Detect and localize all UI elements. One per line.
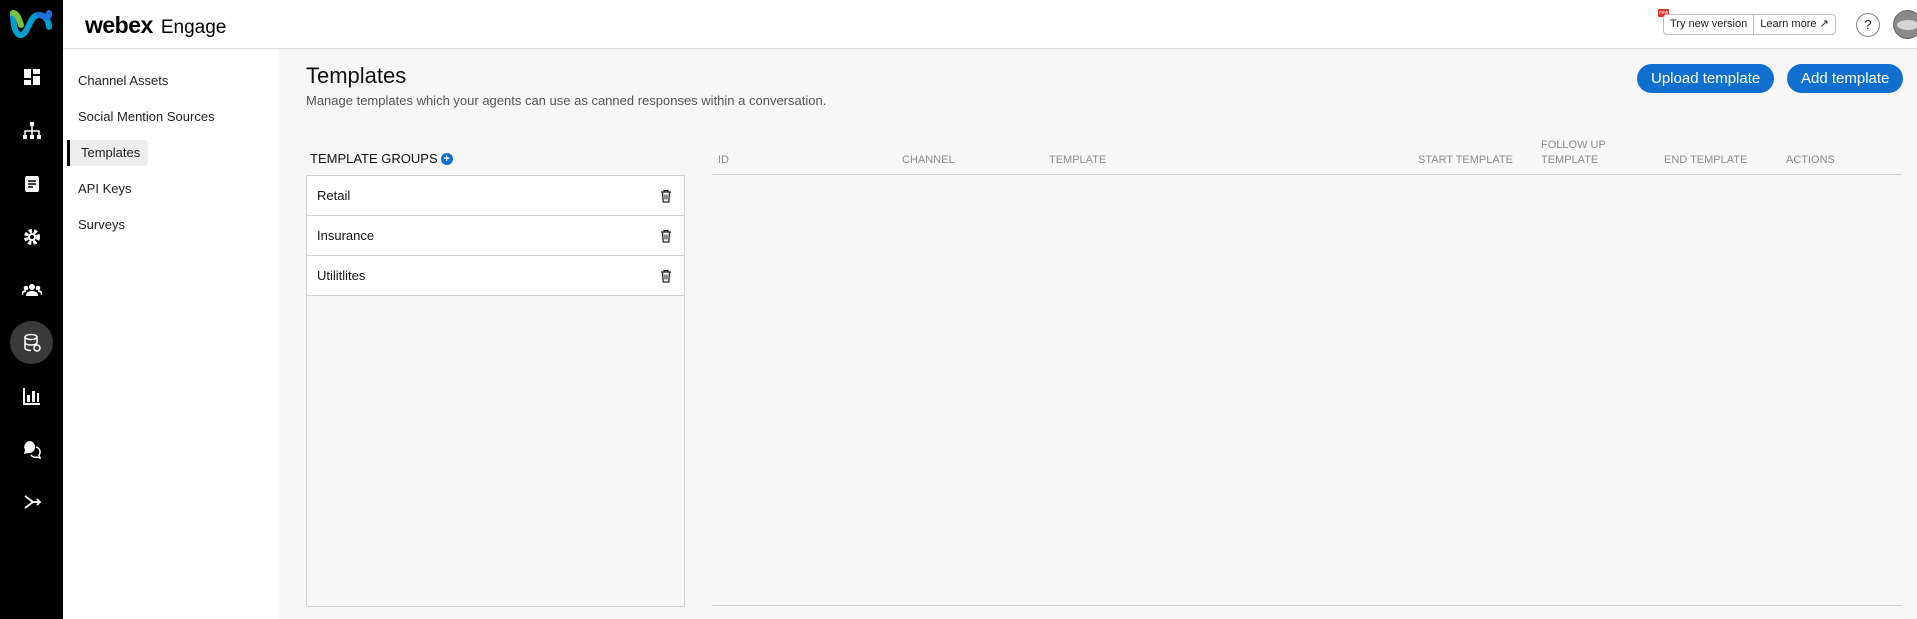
sidebar-item-api-keys[interactable]: API Keys (78, 176, 131, 202)
avatar[interactable] (1893, 10, 1917, 39)
learn-more-link[interactable]: Learn more ↗ (1753, 15, 1835, 34)
org-hierarchy-icon[interactable] (10, 109, 53, 152)
webex-logo-icon[interactable] (9, 5, 53, 45)
page-description: Manage templates which your agents can u… (306, 93, 827, 108)
dashboard-icon[interactable] (10, 55, 53, 98)
routing-icon[interactable] (10, 480, 53, 523)
group-label: Retail (317, 188, 351, 203)
sidebar-item-templates[interactable]: Templates (67, 140, 149, 166)
team-icon[interactable] (10, 268, 53, 311)
page-title: Templates (306, 63, 407, 88)
gear-icon[interactable] (10, 215, 53, 258)
templates-table-bottom-border (712, 605, 1902, 606)
sidebar-item-surveys[interactable]: Surveys (78, 212, 125, 238)
column-header-actions: ACTIONS (1786, 154, 1835, 166)
column-header-start-template[interactable]: START TEMPLATE (1418, 153, 1513, 168)
list-item[interactable]: Retail (307, 176, 684, 216)
top-header: webex Engage new Try new version Learn m… (63, 0, 1917, 49)
column-header-id[interactable]: ID (718, 153, 729, 168)
template-groups-title: TEMPLATE GROUPS (310, 151, 438, 166)
app-rail (0, 0, 63, 619)
add-group-plus-icon[interactable]: + (440, 152, 453, 165)
main-content: Templates Manage templates which your ag… (279, 49, 1917, 619)
document-icon[interactable] (10, 162, 53, 205)
version-switcher: Try new version Learn more ↗ (1663, 14, 1836, 35)
column-header-channel[interactable]: CHANNEL (902, 153, 955, 168)
add-template-button[interactable]: Add template (1787, 64, 1904, 93)
trash-icon[interactable] (660, 269, 672, 283)
template-groups-header: TEMPLATE GROUPS + (310, 151, 453, 166)
learn-more-label: Learn more (1760, 18, 1817, 30)
trash-icon[interactable] (660, 229, 672, 243)
list-item[interactable]: Insurance (307, 216, 684, 256)
brand-product: Engage (160, 17, 227, 38)
sidebar-item-channel-assets[interactable]: Channel Assets (78, 68, 168, 94)
column-header-follow-up-template[interactable]: FOLLOW UP TEMPLATE (1541, 138, 1621, 168)
list-item[interactable]: Utilitlites (307, 256, 684, 296)
upload-template-button[interactable]: Upload template (1637, 64, 1775, 93)
data-assets-icon[interactable] (10, 321, 53, 364)
column-header-end-template[interactable]: END TEMPLATE (1664, 153, 1747, 168)
brand-name: webex (85, 12, 153, 38)
sidebar: Channel Assets Social Mention Sources Te… (63, 49, 279, 619)
try-new-version-button[interactable]: Try new version (1664, 15, 1753, 34)
group-label: Utilitlites (317, 268, 366, 283)
analytics-icon[interactable] (10, 374, 53, 417)
column-header-template[interactable]: TEMPLATE (1049, 153, 1106, 168)
trash-icon[interactable] (660, 189, 672, 203)
sidebar-item-social-mention-sources[interactable]: Social Mention Sources (78, 104, 215, 130)
group-label: Insurance (317, 228, 375, 243)
chat-icon[interactable] (10, 427, 53, 470)
help-button[interactable]: ? (1856, 13, 1880, 37)
external-link-icon: ↗ (1819, 18, 1829, 30)
brand: webex Engage (85, 12, 226, 39)
templates-table-header: ID CHANNEL TEMPLATE START TEMPLATE FOLLO… (712, 127, 1902, 175)
template-groups-list: Retail Insurance Utilitlites (306, 175, 685, 607)
